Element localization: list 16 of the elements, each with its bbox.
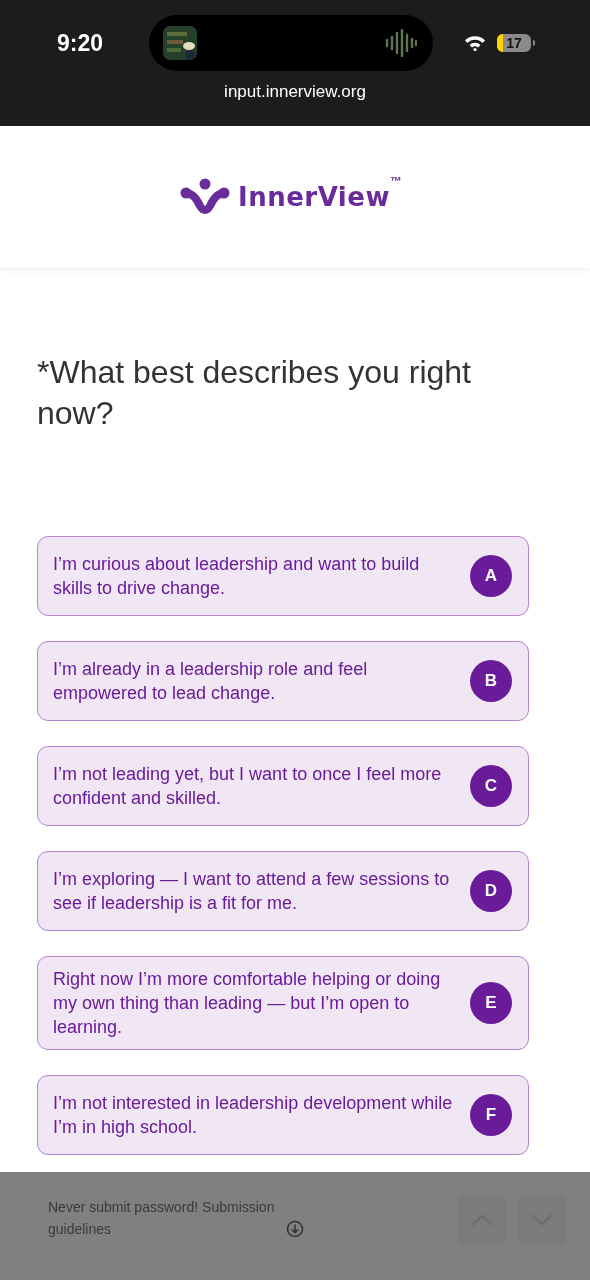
answer-option[interactable]: I’m already in a leadership role and feel empowered to lead change. B xyxy=(37,641,529,721)
answer-option[interactable]: I’m not leading yet, but I want to once I feel more confident and skilled. C xyxy=(37,746,529,826)
trademark-mark: ™ xyxy=(389,174,402,188)
wifi-icon xyxy=(464,35,486,51)
answer-option[interactable]: I’m exploring — I want to attend a few sessions to see if leadership is a fit for me. D xyxy=(37,851,529,931)
question-title: *What best describes you right now? xyxy=(37,353,472,433)
notice-text: Never submit password! Submission guidelines xyxy=(48,1198,276,1239)
logo-icon xyxy=(180,178,231,216)
url-text[interactable]: input.innerview.org xyxy=(224,82,366,102)
clock: 9:20 xyxy=(57,29,105,57)
answer-option[interactable]: Right now I’m more comfortable helping or doing my own thing than leading — but I’m open to learning. E xyxy=(37,956,529,1050)
logo-text: InnerView xyxy=(238,182,390,212)
audio-wave-icon xyxy=(385,29,417,57)
download-icon[interactable] xyxy=(286,1220,304,1238)
answer-option[interactable]: I’m curious about leadership and want to build skills to drive change. A xyxy=(37,536,529,616)
answer-option[interactable]: I’m not interested in leadership development while I’m in high school. F xyxy=(37,1075,529,1155)
